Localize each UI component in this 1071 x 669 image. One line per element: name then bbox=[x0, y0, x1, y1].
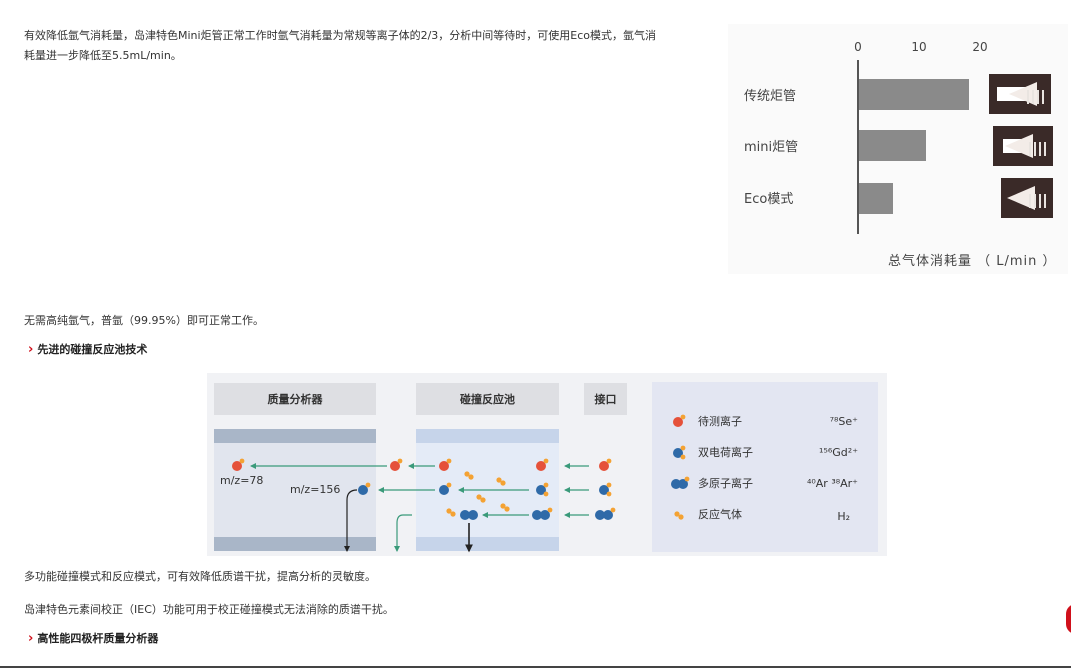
doubly-charged-ion-icon bbox=[673, 445, 686, 460]
bar-mini bbox=[859, 130, 926, 161]
collision-mode-paragraph: 多功能碰撞模式和反应模式，可有效降低质谱干扰，提高分析的灵敏度。 bbox=[24, 570, 376, 583]
polyatomic-ion-icon bbox=[671, 476, 690, 489]
x-tick-0: 0 bbox=[854, 40, 862, 54]
chevron-right-icon: › bbox=[28, 630, 34, 646]
legend-item-doubly-charged: 双电荷离子 bbox=[670, 444, 753, 460]
ion-legend: 待测离子 ⁷⁸Se⁺ 双电荷离子 ¹⁵⁶Gd²⁺ 多原子离子 ⁴⁰Ar ³⁸Ar… bbox=[652, 382, 878, 552]
floating-contact-button[interactable] bbox=[1066, 604, 1071, 634]
legend-item-analyte: 待测离子 bbox=[670, 413, 742, 429]
bottom-divider bbox=[0, 666, 1071, 668]
argon-purity-paragraph: 无需高纯氩气，普氩（99.95%）即可正常工作。 bbox=[24, 314, 264, 327]
gas-consumption-chart: 0 10 20 传统炬管 mini炬管 Eco模式 总气体消耗量 （ L/min… bbox=[728, 24, 1068, 274]
category-label-eco: Eco模式 bbox=[744, 192, 794, 207]
legend-formula-doubly-charged: ¹⁵⁶Gd²⁺ bbox=[819, 446, 858, 459]
legend-formula-polyatomic: ⁴⁰Ar ³⁸Ar⁺ bbox=[806, 477, 858, 490]
bar-traditional bbox=[859, 79, 969, 110]
legend-label-analyte: 待测离子 bbox=[698, 415, 742, 428]
intro-paragraph: 有效降低氩气消耗量，岛津特色Mini炬管正常工作时氩气消耗量为常规等离子体的2/… bbox=[24, 26, 714, 66]
reaction-gas-icon bbox=[446, 471, 510, 517]
analyte-ion-icon bbox=[232, 458, 612, 471]
reaction-gas-icon bbox=[674, 511, 684, 520]
iec-paragraph: 岛津特色元素间校正（IEC）功能可用于校正碰撞模式无法消除的质谱干扰。 bbox=[24, 603, 394, 616]
x-axis-label: 总气体消耗量 （ L/min ） bbox=[888, 254, 1057, 269]
polyatomic-ion-icon bbox=[460, 507, 616, 520]
plasma-photo-eco bbox=[1001, 178, 1053, 218]
section-heading-collision-cell: › 先进的碰撞反应池技术 bbox=[28, 341, 147, 357]
intro-line-1: 有效降低氩气消耗量，岛津特色Mini炬管正常工作时氩气消耗量为常规等离子体的2/… bbox=[24, 29, 657, 42]
legend-item-reaction-gas: 反应气体 bbox=[670, 506, 742, 522]
legend-formula-reaction-gas: H₂ bbox=[837, 510, 850, 523]
category-label-traditional: 传统炬管 bbox=[744, 89, 797, 104]
legend-formula-analyte: ⁷⁸Se⁺ bbox=[829, 415, 858, 428]
x-tick-10: 10 bbox=[911, 40, 927, 54]
intro-line-2: 耗量进一步降低至5.5mL/min。 bbox=[24, 49, 182, 62]
bar-eco bbox=[859, 183, 893, 214]
legend-label-doubly-charged: 双电荷离子 bbox=[698, 446, 753, 459]
section-heading-quadrupole: › 高性能四极杆质量分析器 bbox=[28, 630, 158, 646]
legend-label-reaction-gas: 反应气体 bbox=[698, 508, 742, 521]
plasma-photo-mini bbox=[993, 126, 1053, 166]
legend-item-polyatomic: 多原子离子 bbox=[670, 475, 753, 491]
chevron-right-icon: › bbox=[28, 341, 34, 357]
collision-cell-diagram: 质量分析器 碰撞反应池 接口 m/z=78 m/z=156 待测离子 ⁷⁸Se⁺… bbox=[207, 373, 887, 556]
legend-label-polyatomic: 多原子离子 bbox=[698, 477, 753, 490]
x-tick-20: 20 bbox=[972, 40, 988, 54]
section-heading-text: 先进的碰撞反应池技术 bbox=[37, 343, 148, 356]
section-heading-text: 高性能四极杆质量分析器 bbox=[37, 632, 159, 645]
ion-flow-arrows bbox=[232, 458, 616, 553]
category-label-mini: mini炬管 bbox=[744, 140, 799, 155]
plasma-photo-traditional bbox=[989, 74, 1051, 114]
analyte-ion-icon bbox=[673, 414, 686, 427]
